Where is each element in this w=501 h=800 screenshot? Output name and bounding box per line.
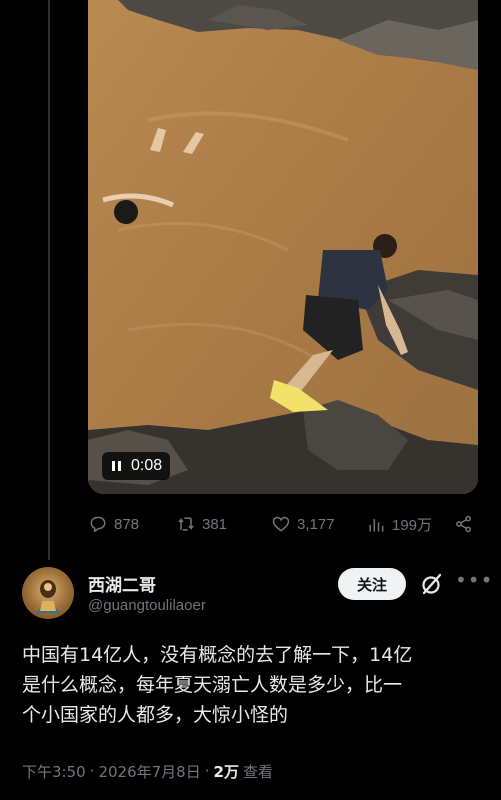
- reply-button[interactable]: 878: [88, 514, 139, 534]
- grok-icon[interactable]: [420, 572, 444, 596]
- like-icon: [272, 516, 290, 532]
- video-player[interactable]: 0:08: [88, 0, 478, 494]
- avatar[interactable]: [22, 567, 74, 619]
- retweet-icon: [178, 517, 194, 531]
- views-icon: [369, 518, 384, 532]
- follow-button[interactable]: 关注: [338, 568, 406, 600]
- tweet-meta: 下午3:50 · 2026年7月8日 · 2万 查看: [22, 760, 273, 782]
- author-handle[interactable]: @guangtoulilaoer: [88, 597, 206, 614]
- avatar-image: [36, 580, 60, 613]
- like-button[interactable]: 3,177: [271, 514, 335, 534]
- share-icon: [456, 515, 471, 533]
- tweet-text: 中国有14亿人，没有概念的去了解一下，14亿 是什么概念，每年夏天溺亡人数是多少…: [22, 640, 482, 730]
- share-button[interactable]: [454, 514, 474, 534]
- like-count: 3,177: [297, 515, 335, 533]
- retweet-count: 381: [202, 515, 228, 533]
- tweet-text-line: 个小国家的人都多，大惊小怪的: [22, 704, 289, 726]
- post-time[interactable]: 下午3:50: [22, 761, 86, 782]
- video-timestamp: 0:08: [131, 457, 163, 474]
- video-frame: [88, 0, 478, 494]
- author-display-name[interactable]: 西湖二哥: [88, 571, 156, 596]
- post-views-label: 查看: [242, 762, 273, 781]
- more-icon[interactable]: •••: [455, 570, 492, 594]
- reply-icon: [90, 516, 106, 533]
- thread-connector-line: [48, 0, 50, 560]
- tweet-text-line: 中国有14亿人，没有概念的去了解一下，14亿: [22, 644, 413, 666]
- meta-separator: ·: [89, 762, 95, 780]
- views-button[interactable]: 199万: [366, 514, 432, 535]
- post-date[interactable]: 2026年7月8日: [98, 761, 200, 782]
- retweet-button[interactable]: 381: [176, 514, 227, 534]
- meta-separator: ·: [204, 762, 210, 780]
- reply-count: 878: [114, 515, 140, 533]
- post-views-count: 2万: [213, 762, 239, 781]
- video-timer[interactable]: 0:08: [102, 452, 171, 480]
- tweet-text-line: 是什么概念，每年夏天溺亡人数是多少，比一: [22, 674, 403, 696]
- tweet-action-bar: 878 381 3,177 199万: [88, 508, 478, 542]
- views-count: 199万: [392, 517, 433, 534]
- pause-icon[interactable]: [112, 461, 121, 471]
